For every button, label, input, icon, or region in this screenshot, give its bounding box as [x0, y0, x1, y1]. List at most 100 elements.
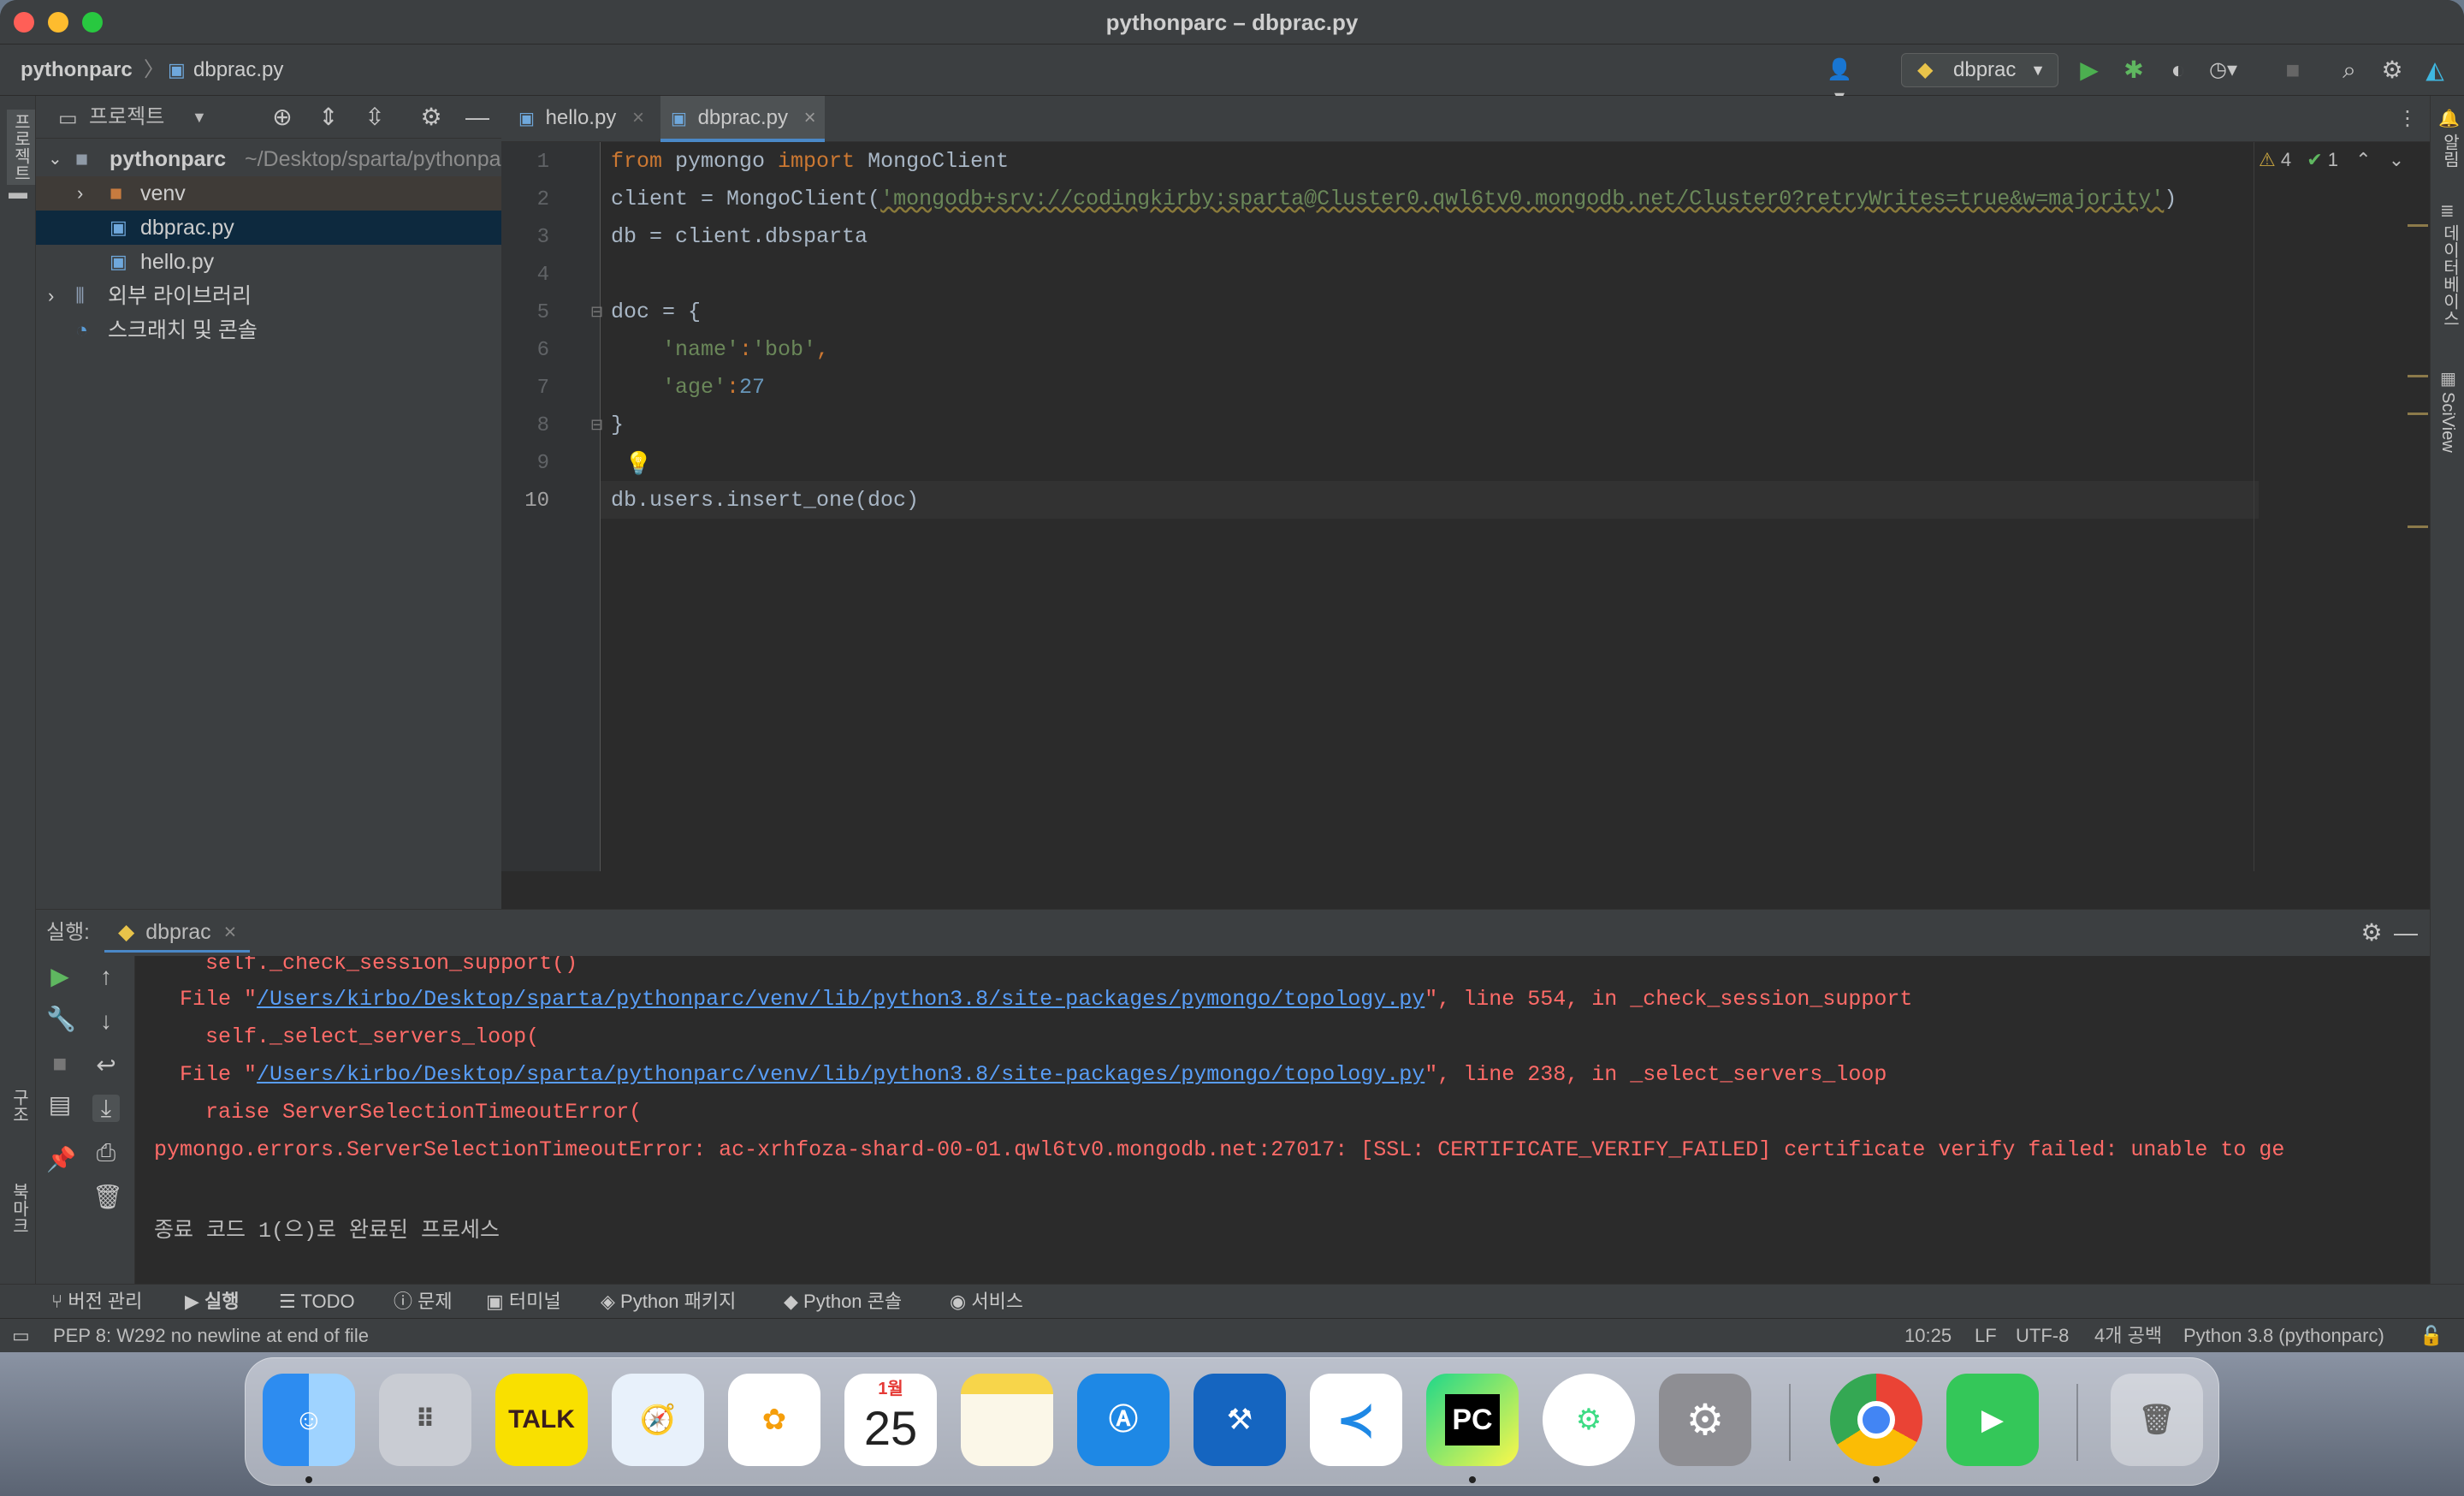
breadcrumb-file[interactable]: dbprac.py [193, 45, 283, 96]
hide-panel-icon[interactable]: — [2392, 919, 2420, 947]
close-tab-icon[interactable]: × [632, 106, 644, 129]
file-link[interactable]: /Users/kirbo/Desktop/sparta/pythonparc/v… [257, 987, 1424, 1012]
options-gear-icon[interactable]: ⚙ [418, 104, 445, 131]
tab-todo[interactable]: ☰ TODO [279, 1285, 355, 1319]
tab-dbprac[interactable]: ▣ dbprac.py × [660, 96, 825, 142]
tab-python-console[interactable]: ◆ Python 콘솔 [784, 1285, 902, 1319]
bookmarks-tool-tab[interactable]: 북마크 [7, 1183, 32, 1234]
code-line: client = MongoClient('mongodb+srv://codi… [611, 187, 2177, 211]
toggle-tool-windows-icon[interactable]: ▭ [12, 1319, 30, 1352]
chevron-down-icon[interactable]: ▼ [192, 96, 207, 139]
close-tab-icon[interactable]: × [804, 106, 816, 129]
calendar-icon[interactable]: 1월 25 [844, 1374, 937, 1466]
notes-icon[interactable] [961, 1374, 1053, 1466]
profile-icon[interactable]: ◷▾ [2209, 56, 2237, 84]
file-link[interactable]: /Users/kirbo/Desktop/sparta/pythonparc/v… [257, 1062, 1424, 1087]
tab-run[interactable]: ▶ 실행 [185, 1285, 240, 1319]
list-icon: ☰ [279, 1291, 296, 1312]
tree-item-label: venv [140, 181, 186, 205]
next-highlight-icon[interactable]: ⌄ [2389, 149, 2404, 170]
tab-services[interactable]: ◉ 서비스 [950, 1285, 1023, 1319]
lock-icon[interactable]: 🔓 [2420, 1319, 2443, 1352]
tree-item-dbprac[interactable]: ▣ dbprac.py [36, 211, 501, 245]
trash-icon[interactable]: 🗑 [92, 1184, 123, 1211]
chevron-down-icon: ▼ [2030, 62, 2046, 79]
locate-file-icon[interactable]: ⊕ [269, 104, 296, 131]
fold-icon[interactable]: ⊟ [590, 416, 603, 434]
close-tab-icon[interactable]: × [224, 920, 237, 944]
up-arrow-icon[interactable]: ↑ [92, 963, 120, 990]
tree-item-hello[interactable]: ▣ hello.py [36, 245, 501, 279]
notifications-tool-tab[interactable]: 알림 [2437, 134, 2462, 168]
previous-highlight-icon[interactable]: ⌃ [2355, 149, 2371, 170]
settings-gear-icon[interactable]: ⚙ [2378, 56, 2406, 84]
layout-icon[interactable]: ▤ [46, 1091, 74, 1119]
caret-position[interactable]: 10:25 [1904, 1319, 1952, 1352]
tab-terminal[interactable]: ▣ 터미널 [486, 1285, 561, 1319]
database-tool-tab[interactable]: 데이터베이스 [2437, 224, 2462, 327]
file-encoding[interactable]: UTF-8 [2016, 1319, 2069, 1352]
app-store-icon[interactable]: Ⓐ [1077, 1374, 1170, 1466]
run-icon[interactable]: ▶ [2076, 56, 2103, 84]
safari-icon[interactable]: 🧭 [612, 1374, 704, 1466]
line-separator[interactable]: LF [1975, 1319, 1997, 1352]
rerun-icon[interactable]: ▶ [46, 963, 74, 990]
vscode-icon[interactable]: ≺ [1310, 1374, 1402, 1466]
finder-icon[interactable]: ☺ [263, 1374, 355, 1466]
down-arrow-icon[interactable]: ↓ [92, 1007, 120, 1035]
project-tool-tab[interactable]: 프로젝트 [7, 110, 35, 185]
launchpad-icon[interactable]: ⠿ [379, 1374, 471, 1466]
settings-gear-icon[interactable]: ⚙ [2358, 919, 2385, 947]
code-token: ) [2164, 187, 2177, 211]
search-icon[interactable]: ⌕ [2336, 56, 2363, 84]
coverage-icon[interactable]: ◐ [2165, 56, 2192, 84]
pin-icon[interactable]: 📌 [46, 1146, 76, 1173]
scratch-icon: ◔ [75, 318, 89, 342]
soft-wrap-icon[interactable]: ↩ [92, 1052, 120, 1079]
branch-icon: ⑂ [51, 1291, 63, 1312]
tab-problems[interactable]: ⓘ 문제 [394, 1285, 453, 1319]
tree-item-venv[interactable]: › ■ venv [36, 176, 501, 211]
tree-item-external-libraries[interactable]: › ⦀ 외부 라이브러리 [36, 279, 501, 313]
tab-version-control[interactable]: ⑂ 버전 관리 [51, 1285, 142, 1319]
more-tabs-icon[interactable]: ⋮ [2397, 96, 2418, 142]
tab-hello[interactable]: ▣ hello.py × [518, 96, 662, 142]
print-icon[interactable]: ⎙ [92, 1139, 120, 1167]
inspection-widget[interactable]: ⚠ 4 ✔ 1 ⌃ ⌄ [2259, 149, 2404, 171]
wrench-icon[interactable]: 🔧 [46, 1006, 76, 1033]
kakaotalk-icon[interactable]: TALK [495, 1374, 588, 1466]
debug-icon[interactable]: ✱ [2120, 56, 2147, 84]
scroll-to-end-icon[interactable]: ⤓ [92, 1095, 120, 1122]
breadcrumb-project[interactable]: pythonparc [21, 45, 133, 96]
indent-setting[interactable]: 4개 공백 [2094, 1319, 2162, 1352]
code-editor[interactable]: 1 2 3 4 5 6 7 8 9 10 ⊟ ⊟ from pymongo im… [501, 142, 2430, 909]
tab-python-packages[interactable]: ◈ Python 패키지 [601, 1285, 736, 1319]
fold-icon[interactable]: ⊟ [590, 303, 603, 321]
photos-icon[interactable]: ✿ [728, 1374, 820, 1466]
run-config-selector[interactable]: ◆ dbprac ▼ [1901, 53, 2058, 87]
sciview-tool-tab[interactable]: SciView [2437, 392, 2457, 453]
trash-icon[interactable]: 🗑 [2111, 1374, 2203, 1466]
xcode-icon[interactable]: ⚒ [1194, 1374, 1286, 1466]
facetime-icon[interactable]: ▶ [1946, 1374, 2039, 1466]
project-view-selector[interactable]: 프로젝트 [89, 96, 164, 139]
expand-all-icon[interactable]: ⇕ [315, 104, 342, 131]
chrome-icon[interactable] [1830, 1374, 1922, 1466]
vcs-user-icon[interactable]: 👤▾ [1826, 56, 1853, 109]
structure-tool-tab[interactable]: 구조 [7, 1089, 32, 1123]
code-token: MongoClient [855, 149, 1010, 174]
tree-root[interactable]: ⌄ ■ pythonparc ~/Desktop/sparta/pythonpa… [36, 142, 501, 176]
android-studio-icon[interactable]: ⚙ [1543, 1374, 1635, 1466]
pycharm-icon[interactable]: PC [1426, 1374, 1519, 1466]
python-interpreter[interactable]: Python 3.8 (pythonparc) [2183, 1319, 2384, 1352]
lightbulb-icon[interactable]: 💡 [625, 450, 652, 477]
code-with-me-icon[interactable]: ◭ [2421, 56, 2449, 84]
tree-item-scratches[interactable]: ◔ 스크래치 및 콘솔 [36, 313, 501, 347]
stop-icon[interactable]: ■ [2279, 56, 2307, 84]
collapse-all-icon[interactable]: ⇳ [361, 104, 388, 131]
run-tab[interactable]: ◆ dbprac × [104, 913, 251, 953]
hide-panel-icon[interactable]: — [464, 104, 491, 131]
system-settings-icon[interactable]: ⚙ [1659, 1374, 1751, 1466]
stop-icon[interactable]: ■ [46, 1050, 74, 1077]
root-folder-name: pythonparc [110, 147, 227, 171]
